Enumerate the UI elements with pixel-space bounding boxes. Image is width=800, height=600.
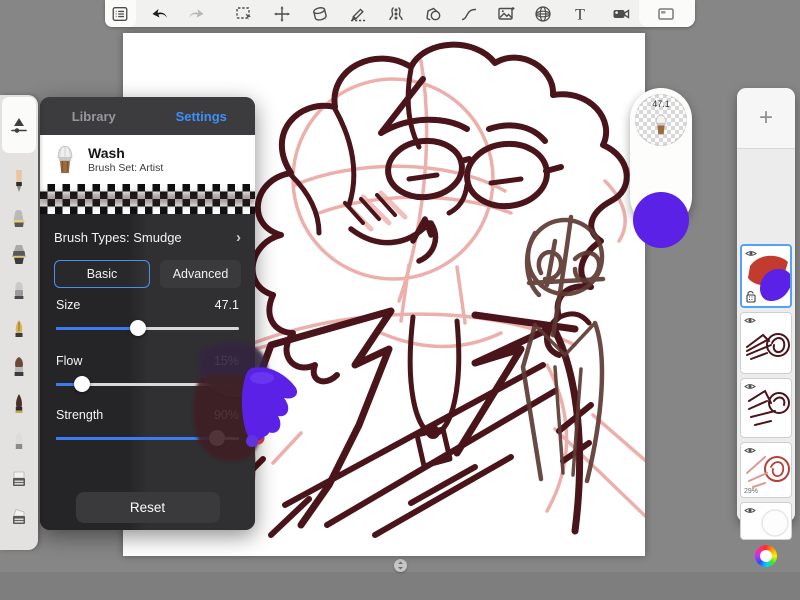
- brush-sidebar: [0, 95, 38, 550]
- text-glyph: T: [575, 7, 585, 24]
- strength-slider[interactable]: [56, 430, 239, 446]
- text-icon[interactable]: T: [569, 3, 591, 25]
- brush-flat-marker[interactable]: [6, 465, 32, 495]
- flow-slider-thumb[interactable]: [74, 376, 90, 392]
- layer-item-1[interactable]: [740, 244, 792, 308]
- mini-brush-icon: [653, 113, 669, 137]
- menu-icon[interactable]: [109, 3, 131, 25]
- layer-opacity-label: 29%: [744, 488, 758, 495]
- panel-body: Brush Types: Smudge › Basic Advanced Siz…: [40, 214, 255, 530]
- add-layer-button[interactable]: +: [737, 98, 795, 138]
- brush-size-preview[interactable]: 47.1: [635, 94, 687, 146]
- strength-slider-fill: [56, 437, 217, 440]
- slice-icon[interactable]: [347, 3, 369, 25]
- curve-icon[interactable]: [458, 3, 480, 25]
- basic-button[interactable]: Basic: [54, 260, 150, 288]
- brush-eraser[interactable]: [6, 204, 32, 234]
- strength-slider-thumb[interactable]: [209, 430, 225, 446]
- brush-round-paintbrush[interactable]: [6, 353, 32, 383]
- flow-value: 15%: [214, 354, 239, 368]
- layer-visibility-icon[interactable]: [744, 382, 756, 391]
- tab-settings[interactable]: Settings: [148, 97, 256, 135]
- canvas-pull-handle[interactable]: [394, 559, 407, 572]
- alpha-lock-icon[interactable]: [745, 290, 756, 303]
- stroke-preview-smear: [40, 193, 255, 205]
- brush-size-color-pill: 47.1: [630, 88, 692, 228]
- layer-visibility-icon[interactable]: [744, 446, 756, 455]
- tab-library[interactable]: Library: [40, 97, 148, 135]
- chevron-right-icon: ›: [236, 229, 241, 246]
- advanced-button[interactable]: Advanced: [160, 260, 241, 288]
- size-value: 47.1: [215, 298, 239, 312]
- mode-row: Basic Advanced: [54, 260, 241, 288]
- record-icon[interactable]: [610, 3, 632, 25]
- brush-name: Wash: [88, 145, 163, 163]
- brush-fountain-pen[interactable]: [6, 316, 32, 346]
- brush-info-row[interactable]: Wash Brush Set: Artist: [40, 135, 255, 184]
- redo-icon[interactable]: [185, 3, 207, 25]
- brush-angled-marker[interactable]: [6, 503, 32, 533]
- brush-stroke-preview: [40, 184, 255, 214]
- import-image-icon[interactable]: [495, 3, 517, 25]
- active-color-swatch[interactable]: [633, 192, 689, 248]
- brush-size-value: 47.1: [652, 99, 670, 109]
- layer-item-3[interactable]: [740, 378, 792, 438]
- screen-frame-icon[interactable]: [655, 3, 677, 25]
- move-icon[interactable]: [271, 3, 293, 25]
- flow-label-row: Flow 15%: [56, 354, 239, 368]
- panel-tabs: Library Settings: [40, 97, 255, 135]
- select-icon[interactable]: [233, 3, 255, 25]
- layer-item-4[interactable]: 29%: [740, 442, 792, 498]
- top-toolbar: T: [105, 0, 695, 27]
- brush-title-block: Wash Brush Set: Artist: [88, 145, 163, 175]
- brush-active-wash[interactable]: [2, 97, 36, 153]
- layer-item-2[interactable]: [740, 312, 792, 374]
- flow-slider[interactable]: [56, 376, 239, 392]
- layers-panel: +: [737, 88, 795, 522]
- color-wheel-button[interactable]: [755, 545, 777, 567]
- warp-icon[interactable]: [385, 3, 407, 25]
- brush-ink-brush[interactable]: [6, 391, 32, 421]
- brush-types-row[interactable]: Brush Types: Smudge ›: [40, 220, 255, 254]
- wash-brush-icon: [52, 145, 78, 175]
- brush-types-label: Brush Types: Smudge: [54, 230, 236, 245]
- brush-airbrush[interactable]: [6, 241, 32, 271]
- bottom-bar: [0, 572, 800, 600]
- layers-body: 29%: [737, 149, 795, 522]
- size-slider-thumb[interactable]: [130, 320, 146, 336]
- wash-brush-selected-icon: [8, 114, 30, 136]
- size-slider-fill: [56, 327, 138, 330]
- size-label-row: Size 47.1: [56, 298, 239, 312]
- layer-item-5[interactable]: [740, 502, 792, 540]
- layer-visibility-icon[interactable]: [744, 506, 756, 515]
- size-slider[interactable]: [56, 320, 239, 336]
- brush-list: [0, 153, 38, 550]
- brush-soft-pastel[interactable]: [6, 428, 32, 458]
- size-label: Size: [56, 298, 80, 312]
- strength-label-row: Strength 90%: [56, 408, 239, 422]
- layer-visibility-icon[interactable]: [745, 249, 757, 258]
- undo-icon[interactable]: [149, 3, 171, 25]
- mask-icon[interactable]: [309, 3, 331, 25]
- shape-select-icon[interactable]: [422, 3, 444, 25]
- resize-handle-icon: [396, 561, 405, 570]
- strength-label: Strength: [56, 408, 103, 422]
- flow-label: Flow: [56, 354, 82, 368]
- brush-set: Brush Set: Artist: [88, 162, 163, 174]
- grid-sphere-icon[interactable]: [532, 3, 554, 25]
- layer-visibility-icon[interactable]: [744, 316, 756, 325]
- reset-button[interactable]: Reset: [76, 492, 220, 523]
- strength-value: 90%: [214, 408, 239, 422]
- brush-marker[interactable]: [6, 278, 32, 308]
- brush-settings-panel: Library Settings Wash Brush Set: Artist …: [40, 97, 255, 530]
- brush-pencil[interactable]: [6, 166, 32, 196]
